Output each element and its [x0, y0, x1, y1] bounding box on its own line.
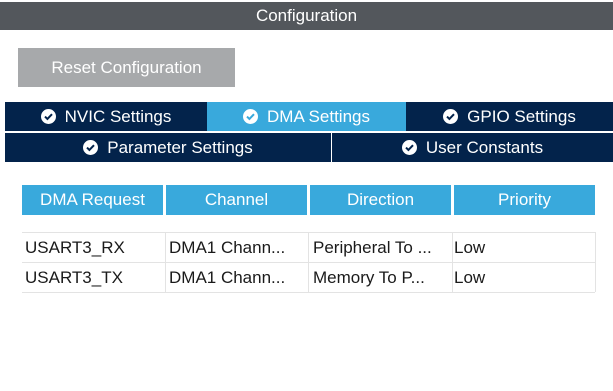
reset-configuration-button[interactable]: Reset Configuration [18, 48, 235, 87]
column-divider [452, 232, 453, 292]
column-header-channel[interactable]: Channel [166, 185, 307, 215]
cell-channel: DMA1 Chann... [169, 268, 286, 287]
check-circle-icon [40, 109, 56, 124]
cell-channel: DMA1 Chann... [169, 238, 286, 257]
window-title: Configuration [0, 2, 613, 30]
column-header-direction[interactable]: Direction [310, 185, 451, 215]
row-divider [22, 292, 595, 293]
tab-nvic-settings[interactable]: NVIC Settings [5, 102, 207, 131]
cell-dma-request: USART3_RX [25, 238, 125, 257]
column-header-priority[interactable]: Priority [454, 185, 595, 215]
check-circle-icon [83, 140, 99, 155]
tab-parameter-settings[interactable]: Parameter Settings [5, 133, 331, 162]
column-divider [595, 232, 596, 292]
column-header-dma-request[interactable]: DMA Request [22, 185, 163, 215]
tab-label: DMA Settings [267, 106, 370, 126]
column-divider [165, 232, 166, 292]
tab-dma-settings[interactable]: DMA Settings [207, 102, 406, 131]
cell-dma-request: USART3_TX [25, 268, 123, 287]
check-circle-icon [443, 109, 459, 124]
tab-label: GPIO Settings [467, 106, 576, 126]
tab-label: User Constants [425, 137, 544, 157]
cell-direction: Memory To P... [313, 268, 425, 287]
tab-label: Parameter Settings [107, 137, 253, 157]
tab-user-constants[interactable]: User Constants [332, 133, 613, 162]
title-bar: Configuration [0, 0, 613, 33]
cell-direction: Peripheral To ... [313, 238, 432, 257]
check-circle-icon [401, 140, 417, 155]
column-divider [308, 232, 309, 292]
cell-priority: Low [454, 238, 486, 257]
tab-gpio-settings[interactable]: GPIO Settings [406, 102, 613, 131]
tab-label: NVIC Settings [64, 106, 172, 126]
check-circle-icon [243, 109, 258, 124]
cell-priority: Low [454, 268, 486, 287]
